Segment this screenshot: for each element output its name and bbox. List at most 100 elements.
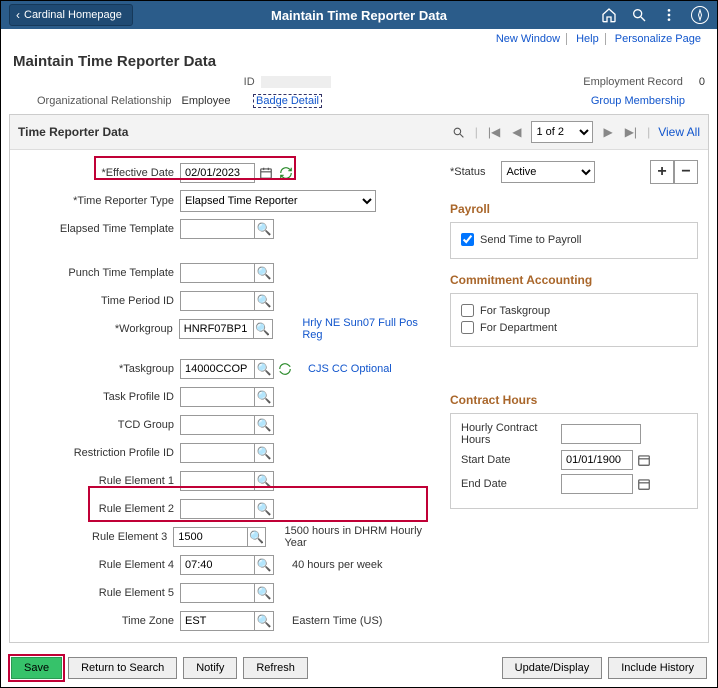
time-reporter-panel: Time Reporter Data | |◀ ◀ 1 of 2 ▶ ▶| | … [9,114,709,643]
next-row-icon[interactable]: ▶ [601,125,614,139]
include-history-button[interactable]: Include History [608,657,707,679]
header-row-1: ID Employment Record 0 [1,74,717,92]
hourly-contract-input[interactable] [561,424,641,444]
for-taskgroup-checkbox[interactable] [461,304,474,317]
workgroup-desc-link[interactable]: Hrly NE Sun07 Full Pos Reg [302,317,440,341]
start-date-label: Start Date [461,454,561,466]
panel-title: Time Reporter Data [18,125,128,139]
badge-detail-link[interactable]: Badge Detail [253,94,322,108]
lookup-icon[interactable]: 🔍 [254,359,274,379]
home-icon[interactable] [601,7,617,23]
lookup-icon[interactable]: 🔍 [254,387,274,407]
rule4-label: Rule Element 4 [20,559,180,571]
task-profile-label: Task Profile ID [20,391,180,403]
back-label: Cardinal Homepage [24,9,122,21]
workgroup-input[interactable] [179,319,254,339]
payroll-box: Send Time to Payroll [450,222,698,259]
refresh-button[interactable]: Refresh [243,657,308,679]
end-date-input[interactable] [561,474,633,494]
refresh-icon[interactable] [277,164,295,182]
row-pager-select[interactable]: 1 of 2 [531,121,593,143]
send-to-payroll-row[interactable]: Send Time to Payroll [461,231,687,248]
calendar-icon[interactable] [635,475,653,493]
commitment-title: Commitment Accounting [450,273,698,287]
help-link[interactable]: Help [570,33,606,45]
global-header: ‹ Cardinal Homepage Maintain Time Report… [1,1,717,29]
commitment-box: For Taskgroup For Department [450,293,698,347]
task-profile-input[interactable] [180,387,255,407]
rule4-input[interactable] [180,555,255,575]
for-department-row[interactable]: For Department [461,319,687,336]
actions-menu-icon[interactable] [661,7,677,23]
last-row-icon[interactable]: ▶| [623,125,639,139]
tcd-group-input[interactable] [180,415,255,435]
org-rel-value: Employee [182,95,231,107]
lookup-icon[interactable]: 🔍 [254,555,274,575]
add-row-button[interactable]: + [650,160,674,184]
lookup-icon[interactable]: 🔍 [254,499,274,519]
send-to-payroll-checkbox[interactable] [461,233,474,246]
rule3-desc: 1500 hours in DHRM Hourly Year [266,525,440,549]
personalize-link[interactable]: Personalize Page [609,33,707,45]
restriction-profile-input[interactable] [180,443,255,463]
time-period-input[interactable] [180,291,255,311]
start-date-input[interactable] [561,450,633,470]
update-display-button[interactable]: Update/Display [502,657,603,679]
status-select[interactable]: Active [501,161,595,183]
lookup-icon[interactable]: 🔍 [247,527,266,547]
lookup-icon[interactable]: 🔍 [254,415,274,435]
delete-row-button[interactable]: − [674,160,698,184]
for-taskgroup-row[interactable]: For Taskgroup [461,302,687,319]
rule1-label: Rule Element 1 [20,475,180,487]
new-window-link[interactable]: New Window [490,33,567,45]
refresh-icon[interactable] [276,360,294,378]
form-right-column: Status Active + − Payroll Send Time to P… [450,160,698,636]
form-left-column: Effective Date Time Reporter Type Elapse… [20,160,440,636]
workgroup-label: Workgroup [20,323,179,335]
reporter-type-label: Time Reporter Type [20,195,180,207]
punch-template-input[interactable] [180,263,255,283]
taskgroup-desc-link[interactable]: CJS CC Optional [308,363,392,375]
effective-date-input[interactable] [180,163,255,183]
rule2-input[interactable] [180,499,255,519]
lookup-icon[interactable]: 🔍 [254,219,274,239]
lookup-icon[interactable]: 🔍 [254,291,274,311]
reporter-type-select[interactable]: Elapsed Time Reporter [180,190,376,212]
panel-find-icon[interactable] [450,126,467,139]
footer-bar: Save Return to Search Notify Refresh Upd… [1,649,717,687]
calendar-icon[interactable] [635,451,653,469]
lookup-icon[interactable]: 🔍 [254,443,274,463]
rule3-label: Rule Element 3 [20,531,173,543]
lookup-icon[interactable]: 🔍 [254,263,274,283]
for-department-checkbox[interactable] [461,321,474,334]
lookup-icon[interactable]: 🔍 [254,471,274,491]
id-value-mask [261,76,331,88]
elapsed-template-input[interactable] [180,219,255,239]
return-to-search-button[interactable]: Return to Search [68,657,177,679]
rule1-input[interactable] [180,471,255,491]
save-button[interactable]: Save [11,657,62,679]
nav-icon[interactable] [691,6,709,24]
panel-body: Effective Date Time Reporter Type Elapse… [10,150,708,642]
emp-record-label: Employment Record [583,76,683,88]
page-actions-bar: New Window Help Personalize Page [1,29,717,47]
back-button[interactable]: ‹ Cardinal Homepage [9,4,133,26]
lookup-icon[interactable]: 🔍 [253,319,273,339]
timezone-input[interactable] [180,611,255,631]
taskgroup-input[interactable] [180,359,255,379]
lookup-icon[interactable]: 🔍 [254,583,274,603]
elapsed-template-label: Elapsed Time Template [20,223,180,235]
restriction-profile-label: Restriction Profile ID [20,447,180,459]
lookup-icon[interactable]: 🔍 [254,611,274,631]
calendar-icon[interactable] [257,164,275,182]
group-membership-link[interactable]: Group Membership [591,95,685,107]
send-to-payroll-label: Send Time to Payroll [480,234,582,246]
notify-button[interactable]: Notify [183,657,237,679]
search-icon[interactable] [631,7,647,23]
punch-template-label: Punch Time Template [20,267,180,279]
prev-row-icon[interactable]: ◀ [510,125,523,139]
first-row-icon[interactable]: |◀ [486,125,502,139]
rule5-input[interactable] [180,583,255,603]
rule3-input[interactable] [173,527,248,547]
view-all-link[interactable]: View All [658,125,700,139]
